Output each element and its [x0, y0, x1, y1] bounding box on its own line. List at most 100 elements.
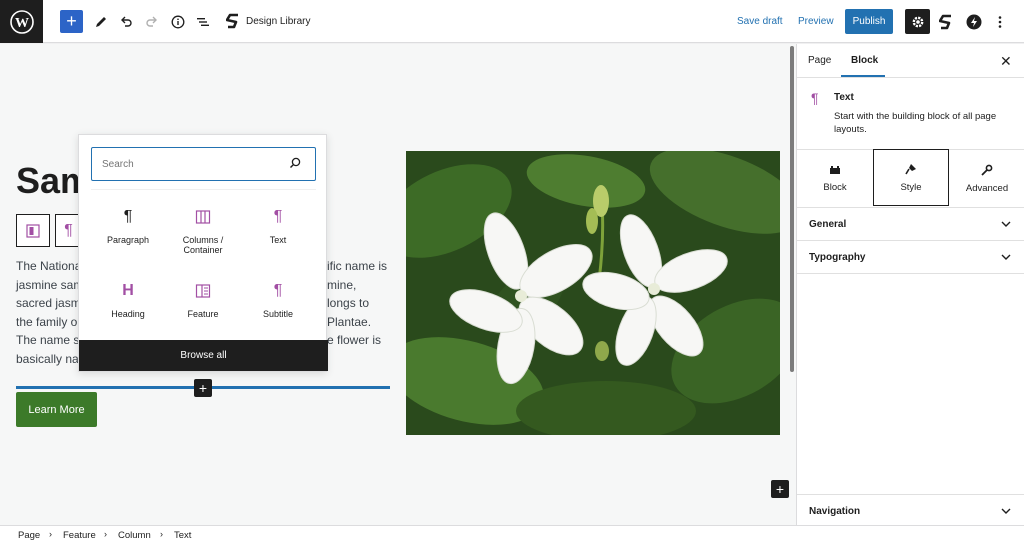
block-item-label: Feature: [187, 309, 219, 319]
breadcrumb-separator: ›: [104, 529, 107, 539]
details-button[interactable]: [167, 11, 189, 33]
block-item-label: Subtitle: [262, 309, 294, 319]
undo-button[interactable]: [115, 11, 137, 33]
segment-block[interactable]: Block: [797, 150, 873, 207]
columns-icon: [195, 210, 211, 224]
pencil-icon: [96, 17, 106, 27]
wordpress-icon: W: [9, 9, 34, 34]
text-icon: ¶: [273, 208, 283, 225]
body-text-line[interactable]: The name s: [16, 331, 79, 350]
inline-inserter-button[interactable]: +: [194, 379, 212, 397]
text-block-icon: ¶: [811, 90, 819, 106]
body-text-line[interactable]: e flower is: [327, 331, 381, 350]
stackable-icon: [226, 13, 238, 29]
block-item-columns-container[interactable]: Columns / Container: [164, 205, 242, 255]
canvas-scrollbar[interactable]: [787, 44, 796, 525]
info-icon: [171, 15, 185, 29]
block-card-description: Start with the building block of all pag…: [834, 111, 997, 135]
redo-button[interactable]: [141, 11, 163, 33]
scrollbar-thumb[interactable]: [790, 46, 794, 372]
stackable-settings-button[interactable]: [935, 11, 957, 33]
close-sidebar-button[interactable]: ✕: [1000, 53, 1012, 70]
body-text-line[interactable]: longs to: [327, 294, 369, 313]
publish-button[interactable]: Publish: [845, 9, 893, 34]
paragraph-icon: ¶: [64, 221, 73, 239]
panel-label: Typography: [809, 252, 866, 263]
wordpress-logo[interactable]: W: [0, 0, 43, 43]
body-text-line[interactable]: mine,: [327, 276, 356, 295]
search-icon: [290, 157, 301, 168]
list-view-icon: [197, 18, 209, 26]
edit-tool-button[interactable]: [90, 11, 112, 33]
panel-label: Navigation: [809, 506, 861, 517]
paragraph-icon: ¶: [123, 208, 133, 225]
settings-button[interactable]: [905, 9, 930, 34]
subtitle-icon: ¶: [273, 282, 283, 299]
breadcrumb-item-text: Text: [174, 530, 192, 541]
save-draft-button[interactable]: Save draft: [737, 16, 783, 27]
stackable-icon: [939, 14, 951, 30]
block-item-feature[interactable]: Feature: [164, 279, 242, 319]
breadcrumb-separator: ›: [160, 529, 163, 539]
body-text-line[interactable]: basically na: [16, 350, 79, 369]
tab-block[interactable]: Block: [851, 55, 878, 66]
inserter-search-input[interactable]: [102, 156, 282, 172]
panel-navigation[interactable]: Navigation: [797, 494, 1024, 527]
browse-all-button[interactable]: Browse all: [79, 340, 328, 371]
breadcrumb-item-feature[interactable]: Feature: [63, 530, 96, 541]
redo-icon: [146, 16, 157, 27]
add-block-button[interactable]: +: [60, 10, 83, 33]
body-text-line[interactable]: The National: [16, 257, 84, 276]
panel-typography[interactable]: Typography: [797, 241, 1024, 274]
breadcrumb-separator: ›: [49, 529, 52, 539]
wrench-icon: [981, 164, 993, 176]
more-options-button[interactable]: [989, 11, 1011, 33]
block-item-label: Columns / Container: [182, 235, 224, 255]
breadcrumb-item-column[interactable]: Column: [118, 530, 151, 541]
design-library-button[interactable]: Design Library: [226, 13, 310, 29]
segment-advanced[interactable]: Advanced: [949, 150, 1024, 207]
flower-photo: [406, 151, 780, 435]
body-text-line[interactable]: sacred jasm: [16, 294, 81, 313]
plugin-button[interactable]: [963, 11, 985, 33]
block-item-label: Heading: [111, 309, 145, 319]
feature-icon: [195, 284, 211, 298]
block-item-text[interactable]: ¶ Text: [239, 205, 317, 245]
list-view-button[interactable]: [192, 11, 214, 33]
segment-style[interactable]: Style: [873, 149, 949, 206]
undo-icon: [121, 16, 132, 27]
design-library-label: Design Library: [246, 15, 311, 27]
block-parent-selector[interactable]: [16, 214, 50, 247]
jasmine-flower-image[interactable]: [406, 151, 780, 435]
breadcrumb-item-page[interactable]: Page: [18, 530, 40, 541]
brush-icon: [905, 163, 916, 174]
learn-more-button[interactable]: Learn More: [16, 392, 97, 427]
block-tab-icon: [830, 165, 840, 174]
body-text-line[interactable]: ific name is: [327, 257, 387, 276]
chevron-down-icon: [1001, 221, 1011, 227]
segment-label: Block: [823, 181, 847, 193]
segment-label: Advanced: [965, 182, 1009, 194]
block-item-label: Paragraph: [106, 235, 150, 245]
append-block-button[interactable]: +: [771, 480, 789, 498]
preview-button[interactable]: Preview: [798, 16, 834, 27]
chevron-down-icon: [1001, 508, 1011, 514]
block-item-heading[interactable]: H Heading: [89, 279, 167, 319]
body-text-line[interactable]: jasmine sam: [16, 276, 83, 295]
more-vertical-icon: [998, 16, 1002, 28]
block-item-paragraph[interactable]: ¶ Paragraph: [89, 205, 167, 245]
svg-text:W: W: [15, 16, 29, 31]
block-item-subtitle[interactable]: ¶ Subtitle: [239, 279, 317, 319]
block-inserter-popover: ¶ Paragraph Columns / Container ¶ Text H…: [78, 134, 328, 372]
column-block-icon: [26, 223, 40, 238]
segment-label: Style: [900, 181, 922, 193]
body-text-line[interactable]: the family o: [16, 313, 77, 332]
panel-general[interactable]: General: [797, 208, 1024, 241]
block-card-title: Text: [834, 92, 854, 103]
body-text-line[interactable]: Plantae.: [327, 313, 371, 332]
block-breadcrumb: Page › Feature › Column › Text: [0, 525, 1024, 543]
plugin-bolt-icon: [966, 14, 982, 30]
tab-page[interactable]: Page: [808, 55, 831, 66]
inserter-search-box[interactable]: [91, 147, 316, 181]
block-item-label: Text: [269, 235, 287, 245]
